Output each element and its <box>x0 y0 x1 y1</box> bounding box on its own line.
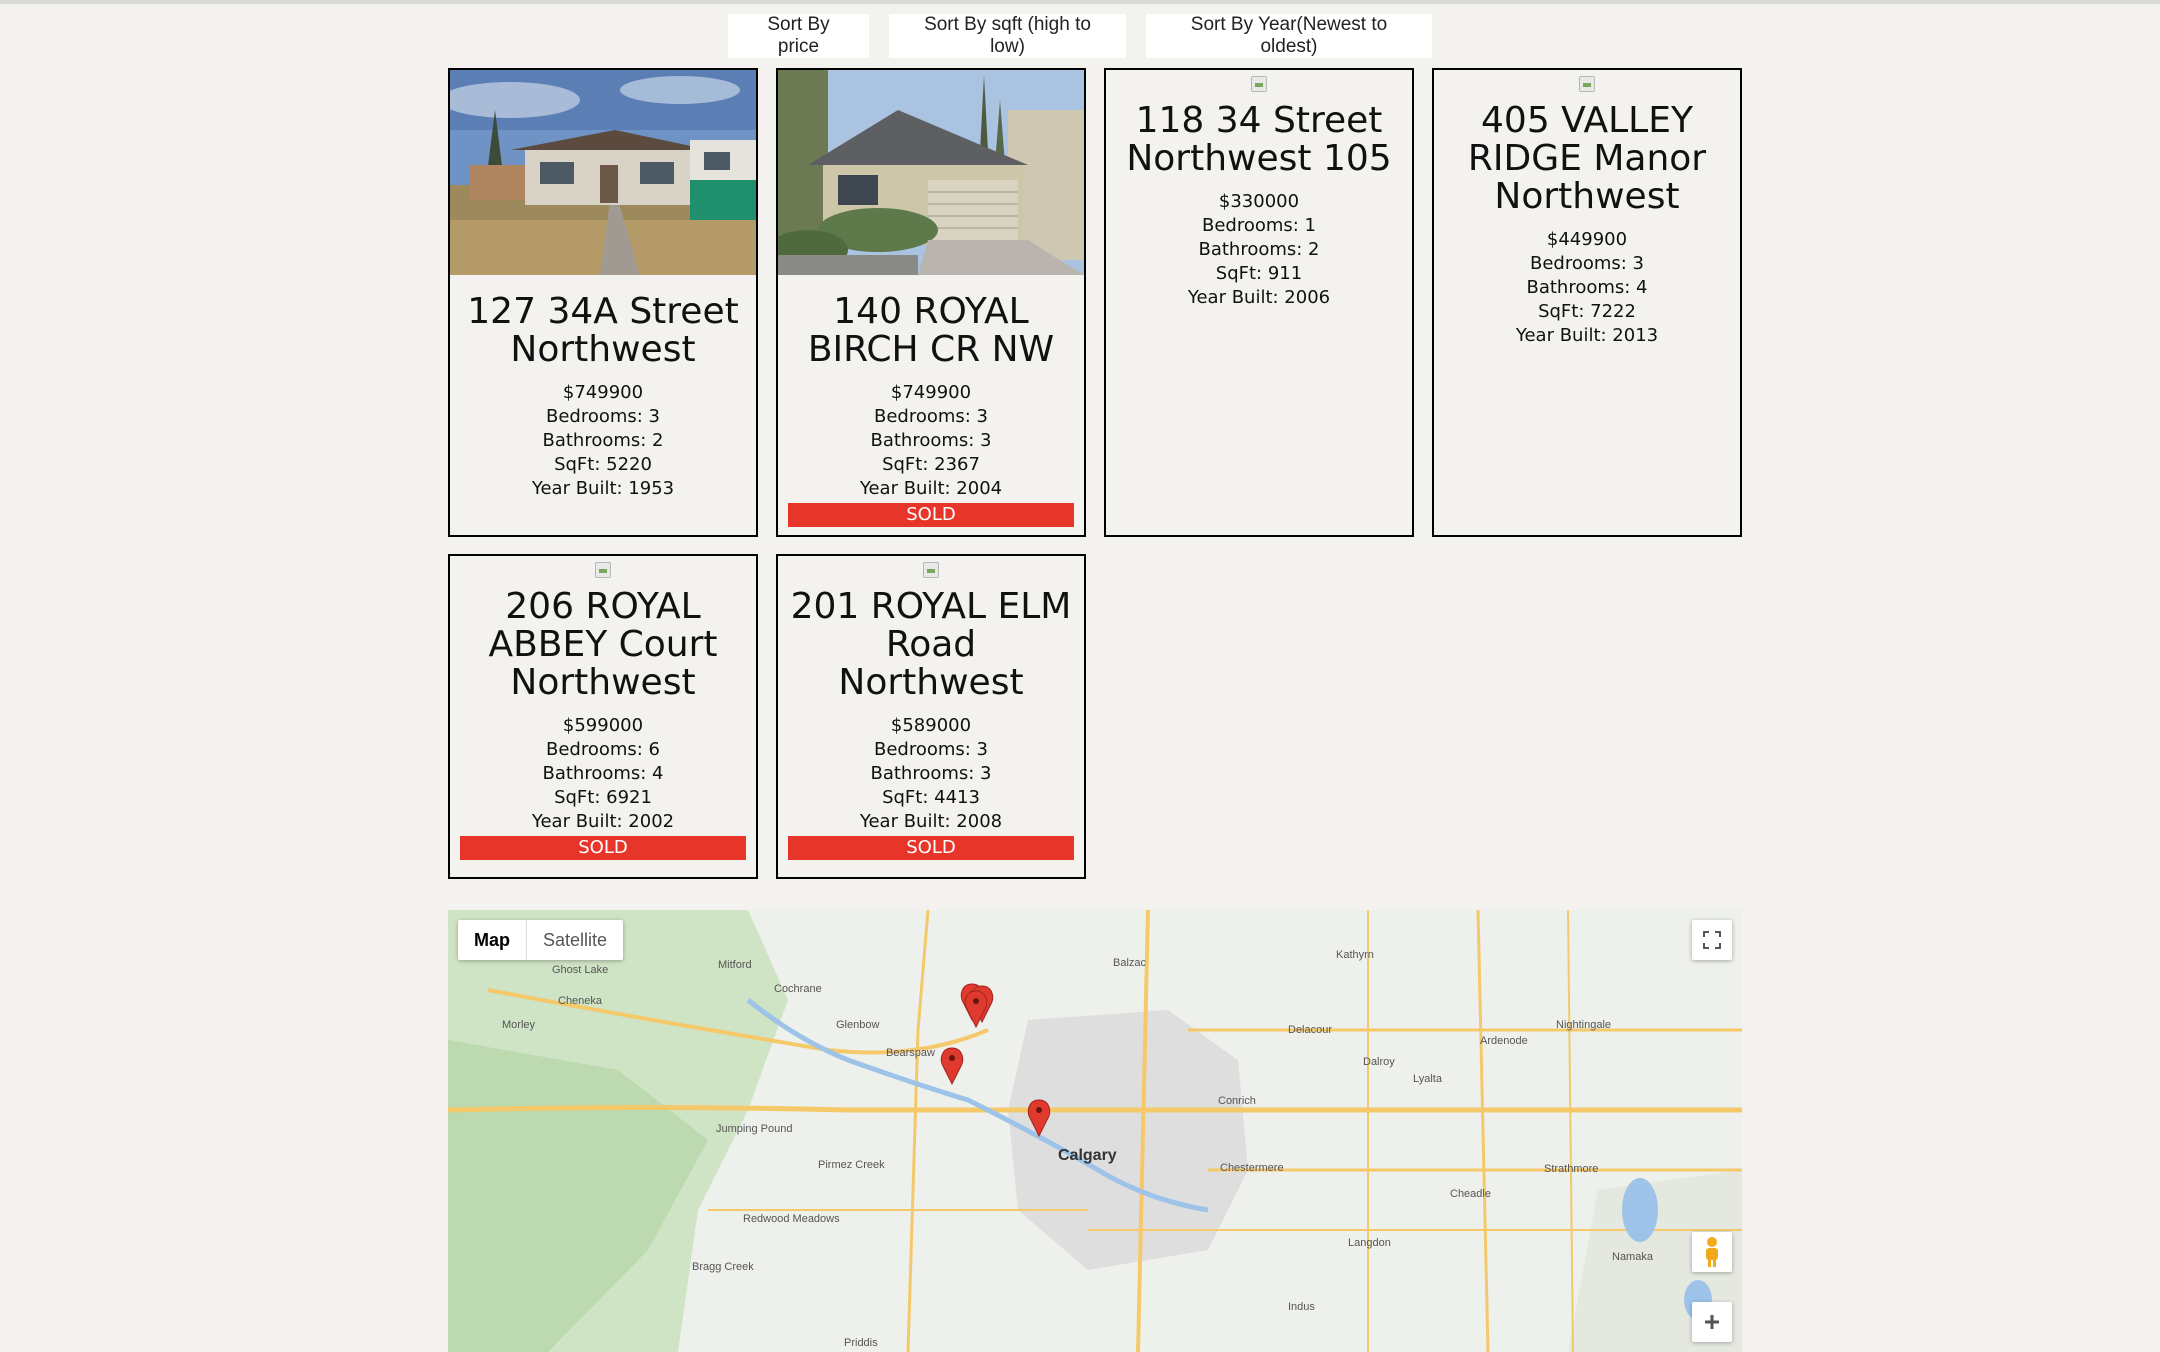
listing-year-built: Year Built: 2008 <box>859 811 1003 832</box>
map-type-control: Map Satellite <box>458 920 624 960</box>
sold-badge: SOLD <box>788 503 1074 527</box>
top-divider <box>0 0 2160 4</box>
listing-bedrooms: Bedrooms: 3 <box>873 406 989 427</box>
map-label-indus: Indus <box>1288 1301 1315 1313</box>
map-label-ghost-lake: Ghost Lake <box>552 964 608 976</box>
listing-card[interactable]: 201 ROYAL ELM Road Northwest $589000 Bed… <box>776 554 1086 879</box>
map-label-bearspaw: Bearspaw <box>886 1047 935 1059</box>
map-label-priddis: Priddis <box>844 1337 878 1349</box>
zoom-in-icon <box>1705 1315 1719 1329</box>
listing-sqft: SqFt: 4413 <box>882 787 980 808</box>
map-view[interactable]: Calgary Mitford Cochrane Balzac Kathyrn … <box>448 910 1742 1352</box>
sort-by-price-button[interactable]: Sort By price <box>728 14 869 58</box>
map-label-namaka: Namaka <box>1612 1251 1654 1263</box>
listing-sqft: SqFt: 911 <box>1215 263 1303 284</box>
listing-year-built: Year Built: 2002 <box>531 811 675 832</box>
fullscreen-button[interactable] <box>1692 920 1732 960</box>
listing-year-built: Year Built: 2013 <box>1515 325 1659 346</box>
sold-badge: SOLD <box>788 836 1074 860</box>
map-label-pirmez-creek: Pirmez Creek <box>818 1159 885 1171</box>
listing-address: 405 VALLEY RIDGE Manor Northwest <box>1467 100 1707 217</box>
broken-image-icon <box>778 556 1084 578</box>
map-label-cochrane: Cochrane <box>774 983 822 995</box>
listing-bedrooms: Bedrooms: 3 <box>1529 253 1645 274</box>
map-label-jumping-pound: Jumping Pound <box>716 1123 792 1135</box>
listing-address: 140 ROYAL BIRCH CR NW <box>807 291 1055 370</box>
map-label-bragg-creek: Bragg Creek <box>692 1261 754 1273</box>
sort-toolbar: Sort By price Sort By sqft (high to low)… <box>0 14 2160 58</box>
listing-year-built: Year Built: 2004 <box>859 478 1003 499</box>
listing-year-built: Year Built: 1953 <box>531 478 675 499</box>
map-type-map-button[interactable]: Map <box>458 920 527 960</box>
sort-by-sqft-button[interactable]: Sort By sqft (high to low) <box>889 14 1126 58</box>
listing-price: $330000 <box>1218 191 1300 212</box>
map-label-cheadle: Cheadle <box>1450 1188 1491 1200</box>
map-label-cheneka: Cheneka <box>558 995 603 1007</box>
listing-address: 127 34A Street Northwest <box>467 291 739 370</box>
map-label-glenbow: Glenbow <box>836 1019 879 1031</box>
house-photo <box>778 70 1084 275</box>
map-label-morley: Morley <box>502 1019 536 1031</box>
map-label-kathyrn: Kathyrn <box>1336 949 1374 961</box>
broken-image-icon <box>1434 70 1740 92</box>
listing-sqft: SqFt: 7222 <box>1538 301 1636 322</box>
listing-bathrooms: Bathrooms: 2 <box>1198 239 1320 260</box>
map-label-balzac: Balzac <box>1113 957 1147 969</box>
listing-bathrooms: Bathrooms: 3 <box>870 763 992 784</box>
listing-bedrooms: Bedrooms: 1 <box>1201 215 1317 236</box>
house-photo <box>450 70 756 275</box>
map-label-mitford: Mitford <box>718 959 752 971</box>
listing-card[interactable]: 118 34 Street Northwest 105 $330000 Bedr… <box>1104 68 1414 537</box>
listing-year-built: Year Built: 2006 <box>1187 287 1331 308</box>
listing-price: $749900 <box>890 382 972 403</box>
listing-address: 206 ROYAL ABBEY Court Northwest <box>488 586 718 703</box>
listing-bedrooms: Bedrooms: 3 <box>873 739 989 760</box>
map-label-chestermere: Chestermere <box>1220 1162 1284 1174</box>
listing-sqft: SqFt: 6921 <box>554 787 652 808</box>
listing-card[interactable]: 127 34A Street Northwest $749900 Bedroom… <box>448 68 758 537</box>
map-label-calgary: Calgary <box>1058 1147 1117 1164</box>
map-label-ardenode: Ardenode <box>1480 1035 1528 1047</box>
map-label-delacour: Delacour <box>1288 1024 1332 1036</box>
listing-card[interactable]: 140 ROYAL BIRCH CR NW $749900 Bedrooms: … <box>776 68 1086 537</box>
map-label-nightingale: Nightingale <box>1556 1019 1611 1031</box>
broken-image-icon <box>450 556 756 578</box>
listing-bathrooms: Bathrooms: 4 <box>1526 277 1648 298</box>
listing-sqft: SqFt: 5220 <box>554 454 652 475</box>
listing-card[interactable]: 206 ROYAL ABBEY Court Northwest $599000 … <box>448 554 758 879</box>
fullscreen-icon <box>1703 931 1721 949</box>
pegman-icon <box>1706 1237 1718 1267</box>
listing-bedrooms: Bedrooms: 3 <box>545 406 661 427</box>
listing-price: $749900 <box>562 382 644 403</box>
listing-bedrooms: Bedrooms: 6 <box>545 739 661 760</box>
listing-bathrooms: Bathrooms: 2 <box>542 430 664 451</box>
map-label-dalroy: Dalroy <box>1363 1056 1395 1068</box>
map-label-conrich: Conrich <box>1218 1095 1256 1107</box>
map-label-langdon: Langdon <box>1348 1237 1391 1249</box>
map-type-satellite-button[interactable]: Satellite <box>527 920 623 960</box>
zoom-in-button[interactable] <box>1692 1302 1732 1342</box>
street-view-button[interactable] <box>1692 1232 1732 1272</box>
listing-sqft: SqFt: 2367 <box>882 454 980 475</box>
map-label-lyalta: Lyalta <box>1413 1073 1443 1085</box>
map-canvas[interactable]: Calgary Mitford Cochrane Balzac Kathyrn … <box>448 910 1742 1352</box>
sort-by-year-button[interactable]: Sort By Year(Newest to oldest) <box>1146 14 1432 58</box>
broken-image-icon <box>1106 70 1412 92</box>
listing-bathrooms: Bathrooms: 3 <box>870 430 992 451</box>
listing-bathrooms: Bathrooms: 4 <box>542 763 664 784</box>
listing-address: 118 34 Street Northwest 105 <box>1126 100 1392 179</box>
listing-price: $599000 <box>562 715 644 736</box>
map-label-redwood-meadows: Redwood Meadows <box>743 1213 840 1225</box>
listing-price: $449900 <box>1546 229 1628 250</box>
map-label-strathmore: Strathmore <box>1544 1163 1598 1175</box>
sold-badge: SOLD <box>460 836 746 860</box>
listing-address: 201 ROYAL ELM Road Northwest <box>790 586 1072 703</box>
listing-price: $589000 <box>890 715 972 736</box>
listing-card[interactable]: 405 VALLEY RIDGE Manor Northwest $449900… <box>1432 68 1742 537</box>
